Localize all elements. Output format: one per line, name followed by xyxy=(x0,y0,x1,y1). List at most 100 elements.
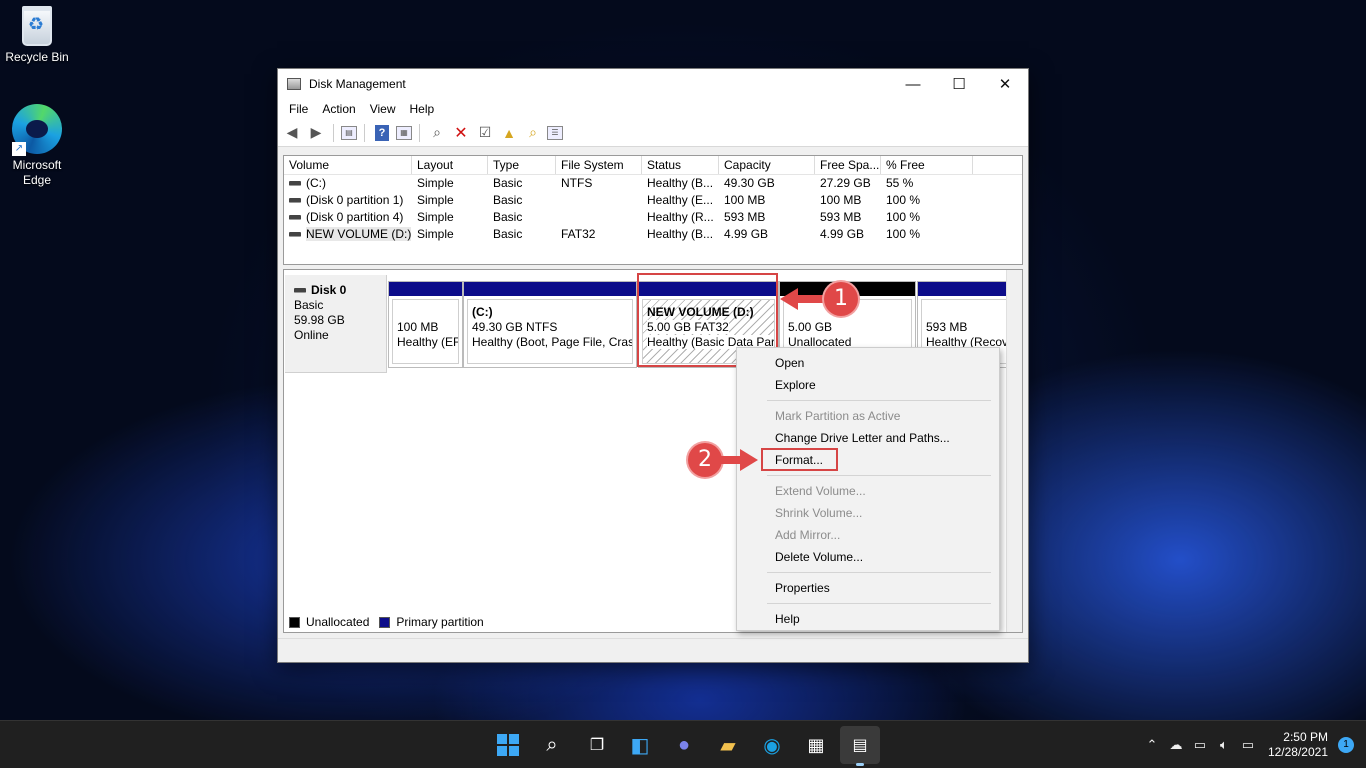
column-header-volume[interactable]: Volume xyxy=(284,156,412,174)
start-icon xyxy=(497,734,519,756)
menu-item-explore[interactable]: Explore xyxy=(737,374,999,396)
back-icon[interactable]: ◀ xyxy=(282,123,302,143)
clock[interactable]: 2:50 PM 12/28/2021 xyxy=(1268,730,1328,760)
disk-management-icon: ▤ xyxy=(852,737,868,754)
close-button[interactable]: ✕ xyxy=(982,69,1028,99)
partition-c[interactable]: (C:) 49.30 GB NTFS Healthy (Boot, Page F… xyxy=(463,281,637,368)
toolbar-separator xyxy=(364,123,365,142)
disk-management-button[interactable]: ▤ xyxy=(847,733,873,757)
cell-status: Healthy (E... xyxy=(647,193,714,207)
table-row[interactable]: (Disk 0 partition 4) Simple Basic Health… xyxy=(284,209,1022,226)
edge-icon: ↗ xyxy=(12,104,62,156)
cell-layout: Simple xyxy=(417,227,454,241)
chat-button[interactable]: ● xyxy=(671,733,697,757)
legend-primary: Primary partition xyxy=(396,615,484,629)
cell-volume: (C:) xyxy=(306,176,326,190)
partition-bar xyxy=(918,282,1020,296)
legend-swatch-unallocated xyxy=(289,616,300,628)
menu-item-open[interactable]: Open xyxy=(737,352,999,374)
checklist-icon[interactable]: ☑ xyxy=(475,123,495,143)
chevron-up-icon[interactable]: ⌃ xyxy=(1140,737,1164,753)
legend-unallocated: Unallocated xyxy=(306,615,370,629)
cell-free-space: 593 MB xyxy=(820,210,862,224)
legend-swatch-primary xyxy=(379,616,391,628)
cell-layout: Simple xyxy=(417,210,454,224)
desktop-icon-edge[interactable]: ↗ Microsoft Edge xyxy=(0,104,74,188)
disk-state: Online xyxy=(294,328,329,342)
console-tree-icon[interactable]: ▤ xyxy=(341,125,357,140)
network-icon[interactable]: ▭ xyxy=(1188,737,1212,753)
disk-size: 59.98 GB xyxy=(294,313,345,327)
folder-up-icon[interactable]: ▲ xyxy=(499,123,519,143)
toolbar-separator xyxy=(419,123,420,142)
context-menu: Open Explore Mark Partition as Active Ch… xyxy=(736,347,1000,631)
forward-icon[interactable]: ▶ xyxy=(306,123,326,143)
column-header-type[interactable]: Type xyxy=(488,156,556,174)
notification-badge[interactable]: 1 xyxy=(1338,737,1354,753)
cell-capacity: 49.30 GB xyxy=(724,176,775,190)
clock-date: 12/28/2021 xyxy=(1267,745,1328,759)
minimize-button[interactable]: — xyxy=(890,69,936,99)
partition-bar xyxy=(464,282,636,296)
desktop-icon-recycle-bin[interactable]: Recycle Bin xyxy=(0,6,74,65)
clock-time: 2:50 PM xyxy=(1283,730,1328,744)
vertical-scrollbar[interactable] xyxy=(1006,270,1022,632)
menu-action[interactable]: Action xyxy=(315,102,362,116)
menu-separator xyxy=(767,400,991,401)
connect-icon[interactable]: ⌕ xyxy=(427,123,447,143)
drive-icon xyxy=(289,215,301,221)
menu-item-delete-volume[interactable]: Delete Volume... xyxy=(737,546,999,568)
desktop-icon-label: Recycle Bin xyxy=(5,50,69,64)
column-header-layout[interactable]: Layout xyxy=(412,156,488,174)
store-button[interactable]: ▦ xyxy=(803,733,829,757)
cell-file-system xyxy=(556,192,642,209)
partition-efi[interactable]: 100 MB Healthy (EF xyxy=(388,281,463,368)
disk-label[interactable]: Disk 0 Basic 59.98 GB Online xyxy=(285,275,387,373)
edge-icon: ◉ xyxy=(763,734,781,757)
battery-icon[interactable]: ▭ xyxy=(1236,737,1260,753)
menu-separator xyxy=(767,572,991,573)
maximize-button[interactable]: ☐ xyxy=(936,69,982,99)
file-explorer-button[interactable]: ▰ xyxy=(715,733,741,757)
search-folder-icon[interactable]: ⌕ xyxy=(523,123,543,143)
table-row[interactable]: (C:) Simple Basic NTFS Healthy (B... 49.… xyxy=(284,175,1022,192)
drive-icon xyxy=(294,288,306,294)
volume-icon[interactable]: 🔈︎ xyxy=(1212,737,1236,753)
menu-view[interactable]: View xyxy=(363,102,403,116)
start-button[interactable] xyxy=(495,733,521,757)
column-header-capacity[interactable]: Capacity xyxy=(719,156,815,174)
onedrive-icon[interactable]: ☁ xyxy=(1164,737,1188,753)
search-button[interactable]: ⌕ xyxy=(539,733,565,757)
disk-management-icon xyxy=(287,78,301,90)
delete-icon[interactable]: ✕ xyxy=(451,123,471,143)
chat-icon: ● xyxy=(677,733,691,756)
properties-pane-icon[interactable]: ▦ xyxy=(396,125,412,140)
menu-item-properties[interactable]: Properties xyxy=(737,577,999,599)
settings-list-icon[interactable]: ☰ xyxy=(547,125,563,140)
menu-item-change-drive-letter[interactable]: Change Drive Letter and Paths... xyxy=(737,427,999,449)
menu-file[interactable]: File xyxy=(282,102,315,116)
help-icon[interactable]: ? xyxy=(375,124,389,141)
column-header-file-system[interactable]: File System xyxy=(556,156,642,174)
task-view-icon: ❐ xyxy=(589,737,605,754)
column-header-free-space[interactable]: Free Spa... xyxy=(815,156,881,174)
table-row[interactable]: (Disk 0 partition 1) Simple Basic Health… xyxy=(284,192,1022,209)
menu-bar: File Action View Help xyxy=(278,99,1028,119)
column-header-status[interactable]: Status xyxy=(642,156,719,174)
menu-item-help[interactable]: Help xyxy=(737,608,999,630)
menu-item-shrink-volume: Shrink Volume... xyxy=(775,506,863,520)
volume-list-header: Volume Layout Type File System Status Ca… xyxy=(284,156,1022,175)
cell-layout: Simple xyxy=(417,176,454,190)
title-bar[interactable]: Disk Management — ☐ ✕ xyxy=(278,69,1028,99)
column-header-percent-free[interactable]: % Free xyxy=(881,156,973,174)
cell-volume: NEW VOLUME (D:) xyxy=(306,227,412,241)
table-row[interactable]: NEW VOLUME (D:) Simple Basic FAT32 Healt… xyxy=(284,226,1022,243)
status-bar xyxy=(278,638,1028,662)
menu-help[interactable]: Help xyxy=(403,102,442,116)
desktop-icon-label: Microsoft Edge xyxy=(12,158,62,187)
widgets-button[interactable]: ◧ xyxy=(627,733,653,757)
partition-size: 100 MB xyxy=(397,320,439,334)
edge-button[interactable]: ◉ xyxy=(759,733,785,757)
recycle-bin-icon xyxy=(22,6,52,46)
task-view-button[interactable]: ❐ xyxy=(584,733,610,757)
